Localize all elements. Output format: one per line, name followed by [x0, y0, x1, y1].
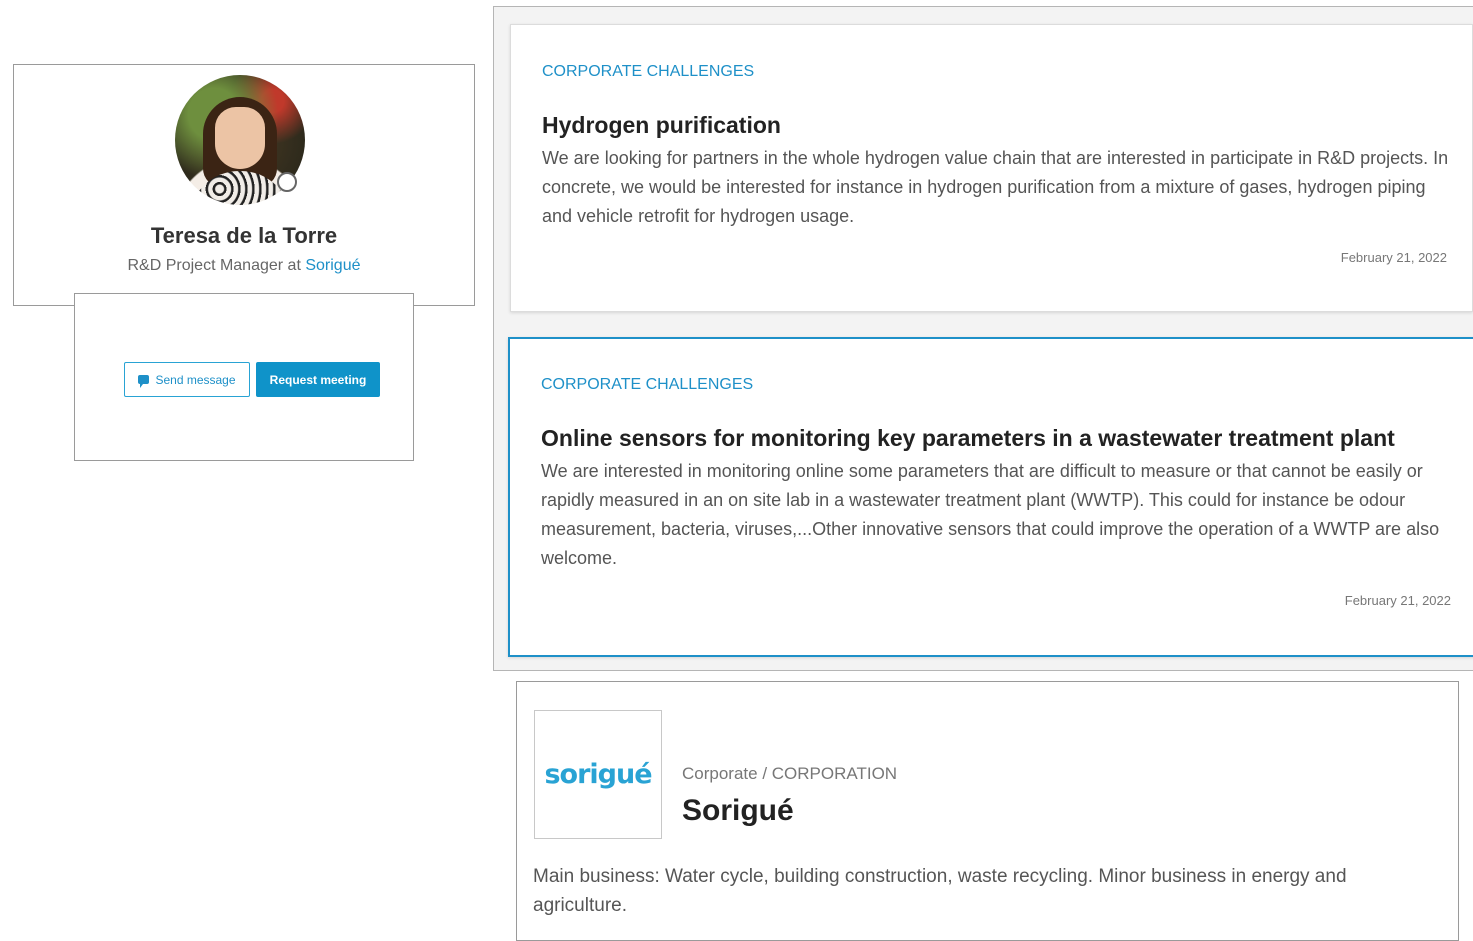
challenge-date: February 21, 2022: [1340, 250, 1447, 265]
company-card: sorigué Corporate / CORPORATION Sorigué …: [516, 681, 1459, 941]
profile-role: R&D Project Manager at Sorigué: [14, 257, 474, 275]
challenge-card[interactable]: CORPORATE CHALLENGES Online sensors for …: [508, 337, 1473, 657]
message-icon: [138, 375, 150, 388]
profile-name: Teresa de la Torre: [150, 223, 338, 248]
request-meeting-button[interactable]: Request meeting: [256, 362, 380, 397]
challenge-tag: CORPORATE CHALLENGES: [541, 376, 754, 393]
send-message-button[interactable]: Send message: [124, 362, 250, 397]
company-logo[interactable]: sorigué: [534, 710, 662, 839]
challenge-title[interactable]: Online sensors for monitoring key parame…: [541, 425, 1395, 452]
challenge-description: We are interested in monitoring online s…: [541, 461, 1440, 568]
company-name[interactable]: Sorigué: [682, 794, 794, 828]
company-type: Corporate / CORPORATION: [682, 764, 898, 783]
status-icon: [277, 172, 297, 192]
profile-card: Teresa de la Torre R&D Project Manager a…: [13, 64, 475, 306]
challenge-title[interactable]: Hydrogen purification: [542, 112, 781, 139]
challenge-card[interactable]: CORPORATE CHALLENGES Hydrogen purificati…: [510, 24, 1473, 312]
challenge-tag: CORPORATE CHALLENGES: [542, 63, 755, 80]
actions-card: Send message Request meeting: [74, 293, 414, 461]
company-description: Main business: Water cycle, building con…: [533, 866, 1347, 916]
challenge-date: February 21, 2022: [1344, 593, 1451, 608]
send-message-label: Send message: [155, 372, 236, 387]
profile-role-text: R&D Project Manager at: [127, 257, 301, 274]
challenge-description: We are looking for partners in the whole…: [542, 148, 1449, 226]
company-link[interactable]: Sorigué: [305, 257, 360, 274]
